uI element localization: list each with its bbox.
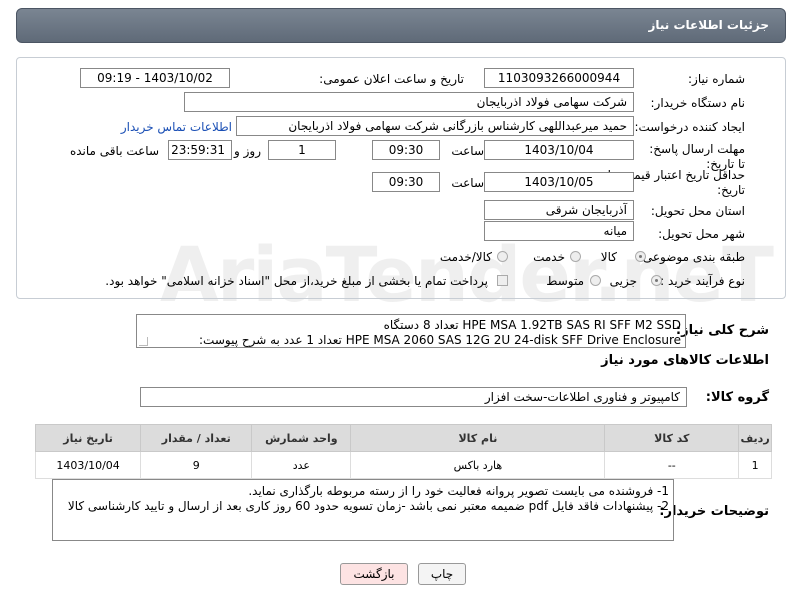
buyer-label: نام دستگاه خریدار: [650, 96, 746, 110]
col-qty: تعداد / مقدار [140, 424, 253, 452]
process-label: نوع فرآیند خرید : [660, 274, 745, 288]
goods-group-label: گروه کالا: [705, 390, 769, 405]
items-table: ردیف کد کالا نام کالا واحد شمارش تعداد /… [34, 424, 772, 479]
validity-time-label: ساعت [451, 176, 484, 190]
description-line-2: HPE MSA 2060 SAS 12G 2U 24-disk SFF Driv… [199, 333, 681, 347]
cell-date: 1403/10/04 [34, 451, 142, 479]
category-option-goods-service: کالا/خدمت [439, 250, 492, 264]
goods-section-title: اطلاعات کالاهای مورد نیاز [601, 353, 769, 368]
process-radio-medium[interactable] [590, 275, 601, 286]
province-field[interactable]: آذربایجان شرقی [484, 200, 634, 220]
category-option-goods: کالا [600, 250, 617, 264]
panel-title: جزئیات اطلاعات نیاز [648, 18, 769, 32]
cell-unit: عدد [251, 451, 352, 479]
days-field[interactable]: 1 [268, 140, 336, 160]
buyer-notes-label: توضیحات خریدار: [659, 504, 769, 519]
buyer-field[interactable]: شرکت سهامی فولاد اذربایجان [184, 92, 634, 112]
cell-name: هارد باکس [350, 451, 606, 479]
remaining-label: ساعت باقی مانده [69, 144, 159, 158]
creator-label: ایجاد کننده درخواست: [634, 120, 745, 134]
resize-handle-icon[interactable] [139, 337, 148, 346]
category-radio-goods-service[interactable] [497, 251, 508, 262]
remaining-time-field[interactable]: 23:59:31 [168, 140, 232, 160]
goods-group-field[interactable]: کامپیوتر و فناوری اطلاعات-سخت افزار [140, 387, 687, 407]
creator-field[interactable]: حمید میرعبداللهی کارشناس بازرگانی شرکت س… [236, 116, 634, 136]
col-unit: واحد شمارش [251, 424, 352, 452]
process-radio-minor[interactable] [651, 275, 662, 286]
description-label: شرح کلی نیاز: [675, 323, 769, 338]
panel-header: جزئیات اطلاعات نیاز [16, 8, 786, 43]
city-label: شهر محل تحویل: [658, 227, 745, 241]
category-option-service: خدمت [533, 250, 565, 264]
deadline-time-field[interactable]: 09:30 [372, 140, 440, 160]
treasury-payment-checkbox[interactable] [497, 275, 508, 286]
buyer-notes-line-1: 1- فروشنده می بایست تصویر پروانه فعالیت … [248, 484, 669, 498]
category-radio-service[interactable] [570, 251, 581, 262]
buyer-notes-textarea[interactable]: 1- فروشنده می بایست تصویر پروانه فعالیت … [52, 479, 674, 541]
category-label: طبقه بندی موضوعی: [638, 250, 745, 264]
buyer-notes-line-2: 2- پیشنهادات فاقد فایل pdf ضمیمه معتبر ن… [67, 499, 669, 513]
validity-time-field[interactable]: 09:30 [372, 172, 440, 192]
cell-code: -- [604, 451, 740, 479]
validity-date-field[interactable]: 1403/10/05 [484, 172, 634, 192]
table-row[interactable]: 1 -- هارد باکس عدد 9 1403/10/04 [34, 451, 772, 479]
col-date: تاریخ نیاز [34, 424, 142, 452]
category-radio-goods[interactable] [635, 251, 646, 262]
announce-datetime-field[interactable]: 1403/10/02 - 09:19 [80, 68, 230, 88]
need-number-field[interactable]: 1103093266000944 [484, 68, 634, 88]
deadline-time-label: ساعت [451, 144, 484, 158]
treasury-payment-note: پرداخت تمام یا بخشی از مبلغ خرید،از محل … [105, 274, 488, 288]
province-label: استان محل تحویل: [650, 204, 745, 218]
col-code: کد کالا [604, 424, 740, 452]
cell-qty: 9 [140, 451, 253, 479]
process-option-minor: جزیی [609, 274, 637, 288]
deadline-date-field[interactable]: 1403/10/04 [484, 140, 634, 160]
col-name: نام کالا [350, 424, 606, 452]
process-option-medium: متوسط [546, 274, 584, 288]
need-number-label: شماره نیاز: [688, 72, 745, 86]
buyer-contact-link[interactable]: اطلاعات تماس خریدار [121, 120, 232, 134]
back-button[interactable]: بازگشت [340, 563, 408, 585]
table-header-row: ردیف کد کالا نام کالا واحد شمارش تعداد /… [34, 424, 772, 452]
description-textarea[interactable]: HPE MSA 1.92TB SAS RI SFF M2 SSD تعداد 8… [136, 314, 686, 348]
col-row: ردیف [738, 424, 772, 452]
city-field[interactable]: میانه [484, 221, 634, 241]
print-button[interactable]: چاپ [418, 563, 466, 585]
days-label: روز و [234, 144, 261, 158]
description-line-1: HPE MSA 1.92TB SAS RI SFF M2 SSD تعداد 8… [383, 318, 681, 332]
cell-row: 1 [738, 451, 772, 479]
announce-label: تاریخ و ساعت اعلان عمومی: [319, 72, 464, 86]
